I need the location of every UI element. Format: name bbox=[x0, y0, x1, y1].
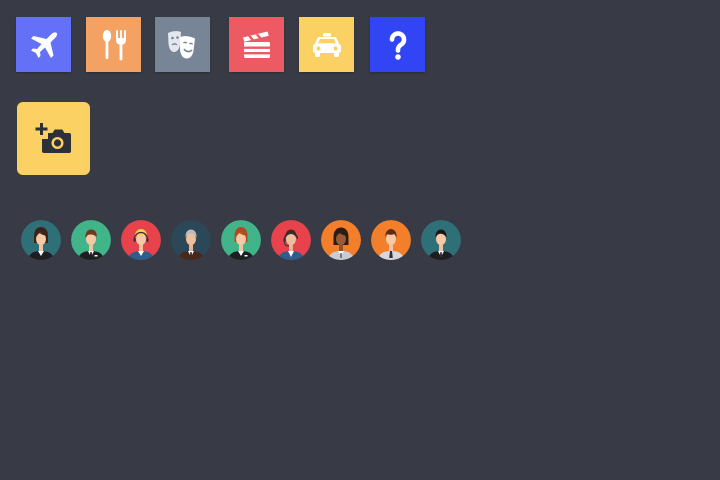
app-canvas bbox=[0, 0, 720, 480]
avatar-option[interactable] bbox=[171, 220, 211, 260]
woman-blonde-headset-avatar bbox=[121, 220, 161, 260]
woman-red-hair-badge-avatar bbox=[221, 220, 261, 260]
category-movies-button[interactable] bbox=[229, 17, 284, 72]
add-photo-camera-icon bbox=[35, 122, 71, 153]
man-headset-avatar bbox=[271, 220, 311, 260]
woman-dark-hair-suit-avatar bbox=[21, 220, 61, 260]
man-black-hair-suit-avatar bbox=[421, 220, 461, 260]
airplane-icon bbox=[30, 31, 57, 58]
avatar-option[interactable] bbox=[221, 220, 261, 260]
avatar-option[interactable] bbox=[271, 220, 311, 260]
category-food-button[interactable] bbox=[86, 17, 141, 72]
category-travel-button[interactable] bbox=[16, 17, 71, 72]
woman-dark-skin-avatar bbox=[321, 220, 361, 260]
category-other-button[interactable] bbox=[370, 17, 425, 72]
question-mark-icon bbox=[389, 30, 406, 60]
avatar-option[interactable] bbox=[371, 220, 411, 260]
theater-masks-icon bbox=[167, 30, 195, 59]
taxi-icon bbox=[312, 32, 341, 57]
man-suit-badge-avatar bbox=[71, 220, 111, 260]
avatar-option[interactable] bbox=[421, 220, 461, 260]
fork-spoon-icon bbox=[102, 29, 126, 60]
clapperboard-icon bbox=[242, 31, 270, 58]
man-brown-hair-tie-avatar bbox=[371, 220, 411, 260]
add-photo-button[interactable] bbox=[17, 102, 90, 175]
avatar-option[interactable] bbox=[121, 220, 161, 260]
category-taxi-button[interactable] bbox=[299, 17, 354, 72]
category-entertainment-button[interactable] bbox=[155, 17, 210, 72]
avatar-option[interactable] bbox=[21, 220, 61, 260]
avatar-option[interactable] bbox=[321, 220, 361, 260]
avatar-option[interactable] bbox=[71, 220, 111, 260]
man-gray-hair-suit-avatar bbox=[171, 220, 211, 260]
